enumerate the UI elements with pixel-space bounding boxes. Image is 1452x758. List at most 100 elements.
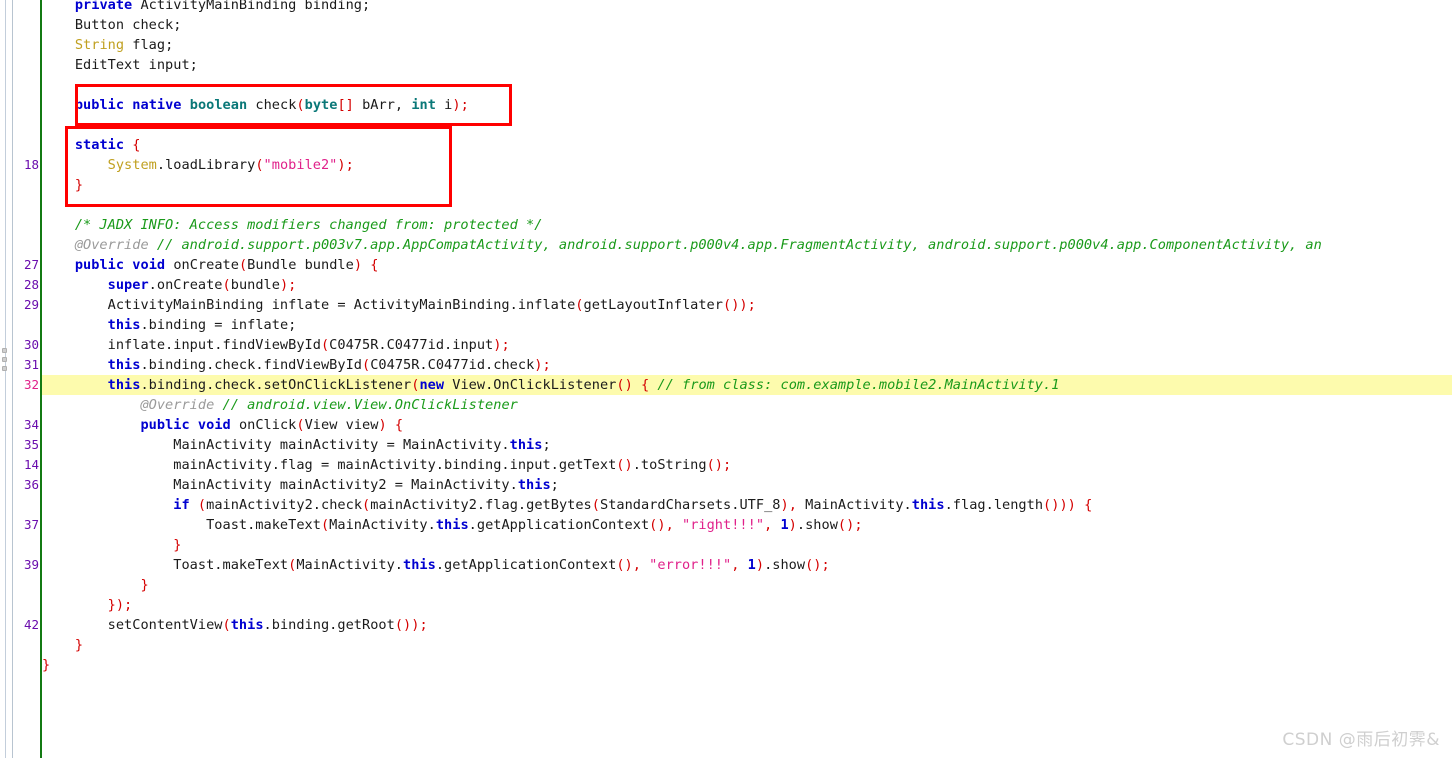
code-token: .binding.check.setOnClickListener (140, 377, 412, 393)
code-token: ); (452, 97, 469, 113)
code-token: { (132, 137, 141, 153)
code-line[interactable]: }); (42, 595, 133, 615)
code-token: public (74, 257, 125, 273)
code-token: boolean (189, 97, 248, 113)
code-line[interactable]: this.binding.check.findViewById(C0475R.C… (42, 355, 551, 375)
code-line[interactable]: this.binding = inflate; (42, 315, 297, 335)
code-line[interactable]: super.onCreate(bundle); (42, 275, 297, 295)
code-line[interactable]: EditText input; (42, 55, 198, 75)
code-token: "right!!!" (681, 517, 765, 533)
line-number: 31 (23, 357, 39, 372)
code-token: .toString (632, 457, 707, 473)
source-code-area[interactable]: private ActivityMainBinding binding; But… (42, 0, 1452, 758)
code-token: bArr, (353, 97, 412, 113)
code-token: EditText input; (42, 57, 198, 73)
code-line[interactable]: } (42, 175, 83, 195)
code-token: Toast.makeText (42, 517, 321, 533)
code-line[interactable]: if (mainActivity2.check(mainActivity2.fl… (42, 495, 1092, 515)
code-token: ( (361, 357, 371, 373)
line-number: 32 (23, 377, 39, 392)
code-line[interactable]: MainActivity mainActivity2 = MainActivit… (42, 475, 559, 495)
code-token: ); (493, 337, 510, 353)
code-line[interactable]: System.loadLibrary("mobile2"); (42, 155, 354, 175)
code-token: new (419, 377, 445, 393)
code-line[interactable]: /* JADX INFO: Access modifiers changed f… (42, 215, 543, 235)
code-token: i (435, 97, 453, 113)
code-token: ); (279, 277, 297, 293)
code-token: ()); (722, 297, 756, 313)
code-token: onCreate (165, 257, 239, 273)
code-token: }); (107, 597, 133, 613)
code-token: "mobile2" (263, 157, 338, 173)
code-token: this (230, 617, 264, 633)
code-line[interactable]: Toast.makeText(MainActivity.this.getAppl… (42, 555, 830, 575)
code-line[interactable]: String flag; (42, 35, 173, 55)
code-line[interactable]: private ActivityMainBinding binding; (42, 0, 370, 15)
code-line[interactable]: inflate.input.findViewById(C0475R.C0477i… (42, 335, 510, 355)
code-token: ) { (353, 257, 379, 273)
code-token: MainActivity. (805, 497, 912, 513)
code-token: } (74, 177, 84, 193)
code-token: native (132, 97, 182, 113)
code-token: (); (837, 517, 863, 533)
fold-marker-dot[interactable] (2, 357, 7, 362)
line-number: 14 (23, 457, 39, 472)
code-token: // android.view.View.OnClickListener (222, 397, 518, 413)
code-token: mainActivity2.flag.getBytes (370, 497, 592, 513)
code-editor-view: 18 27 28 29 30 31 32 34 35 14 36 37 39 42 private Act… (0, 0, 1452, 758)
code-token: this (911, 497, 945, 513)
code-line[interactable]: static { (42, 135, 141, 155)
code-token: @Override (42, 397, 223, 413)
fold-marker-dot[interactable] (2, 366, 7, 371)
code-token: ( (255, 157, 264, 173)
code-token: // from class: com.example.mobile2.MainA… (649, 377, 1060, 393)
code-line[interactable]: @Override // android.view.View.OnClickLi… (42, 395, 518, 415)
code-token: private (74, 0, 133, 13)
code-line[interactable]: Button check; (42, 15, 182, 35)
code-line[interactable]: } (42, 575, 149, 595)
code-line[interactable]: public void onClick(View view) { (42, 415, 403, 435)
code-line[interactable]: } (42, 635, 83, 655)
code-line[interactable]: Toast.makeText(MainActivity.this.getAppl… (42, 515, 863, 535)
code-line[interactable]: } (42, 655, 50, 675)
code-line[interactable]: public void onCreate(Bundle bundle) { (42, 255, 379, 275)
code-token: (); (805, 557, 830, 573)
code-token: .binding = inflate; (140, 317, 297, 333)
code-token: .show (796, 517, 838, 533)
code-token: .binding.getRoot (263, 617, 395, 633)
code-token: ( (575, 297, 584, 313)
code-token: (); (706, 457, 732, 473)
code-line[interactable]: ActivityMainBinding inflate = ActivityMa… (42, 295, 756, 315)
code-token: ( (320, 337, 330, 353)
code-token: ( (222, 277, 231, 293)
code-line[interactable]: mainActivity.flag = mainActivity.binding… (42, 455, 731, 475)
code-line[interactable]: setContentView(this.binding.getRoot()); (42, 615, 428, 635)
fold-marker-dot[interactable] (2, 348, 7, 353)
code-token: mainActivity2.check (206, 497, 363, 513)
editor-marker-strip[interactable] (0, 0, 13, 758)
code-token: View.OnClickListener (444, 377, 617, 393)
code-token: if (173, 497, 190, 513)
line-number: 27 (23, 257, 39, 272)
code-token: getLayoutInflater (583, 297, 723, 313)
code-line[interactable]: MainActivity mainActivity = MainActivity… (42, 435, 551, 455)
code-token: Bundle bundle (247, 257, 354, 273)
code-token: , (731, 557, 748, 573)
code-line[interactable]: public native boolean check(byte[] bArr,… (42, 95, 469, 115)
code-token: { (641, 377, 650, 393)
code-token: StandardCharsets.UTF_8 (599, 497, 781, 513)
code-token: ( (238, 257, 248, 273)
line-number: 30 (23, 337, 39, 352)
code-line[interactable]: @Override // android.support.p003v7.app.… (42, 235, 1322, 255)
line-number: 34 (23, 417, 39, 432)
code-line[interactable]: } (42, 535, 182, 555)
code-token: check (247, 97, 297, 113)
code-token: super (107, 277, 149, 293)
code-line-current[interactable]: this.binding.check.setOnClickListener(ne… (42, 375, 1452, 395)
code-token: /* JADX INFO: Access modifiers changed f… (42, 217, 543, 233)
